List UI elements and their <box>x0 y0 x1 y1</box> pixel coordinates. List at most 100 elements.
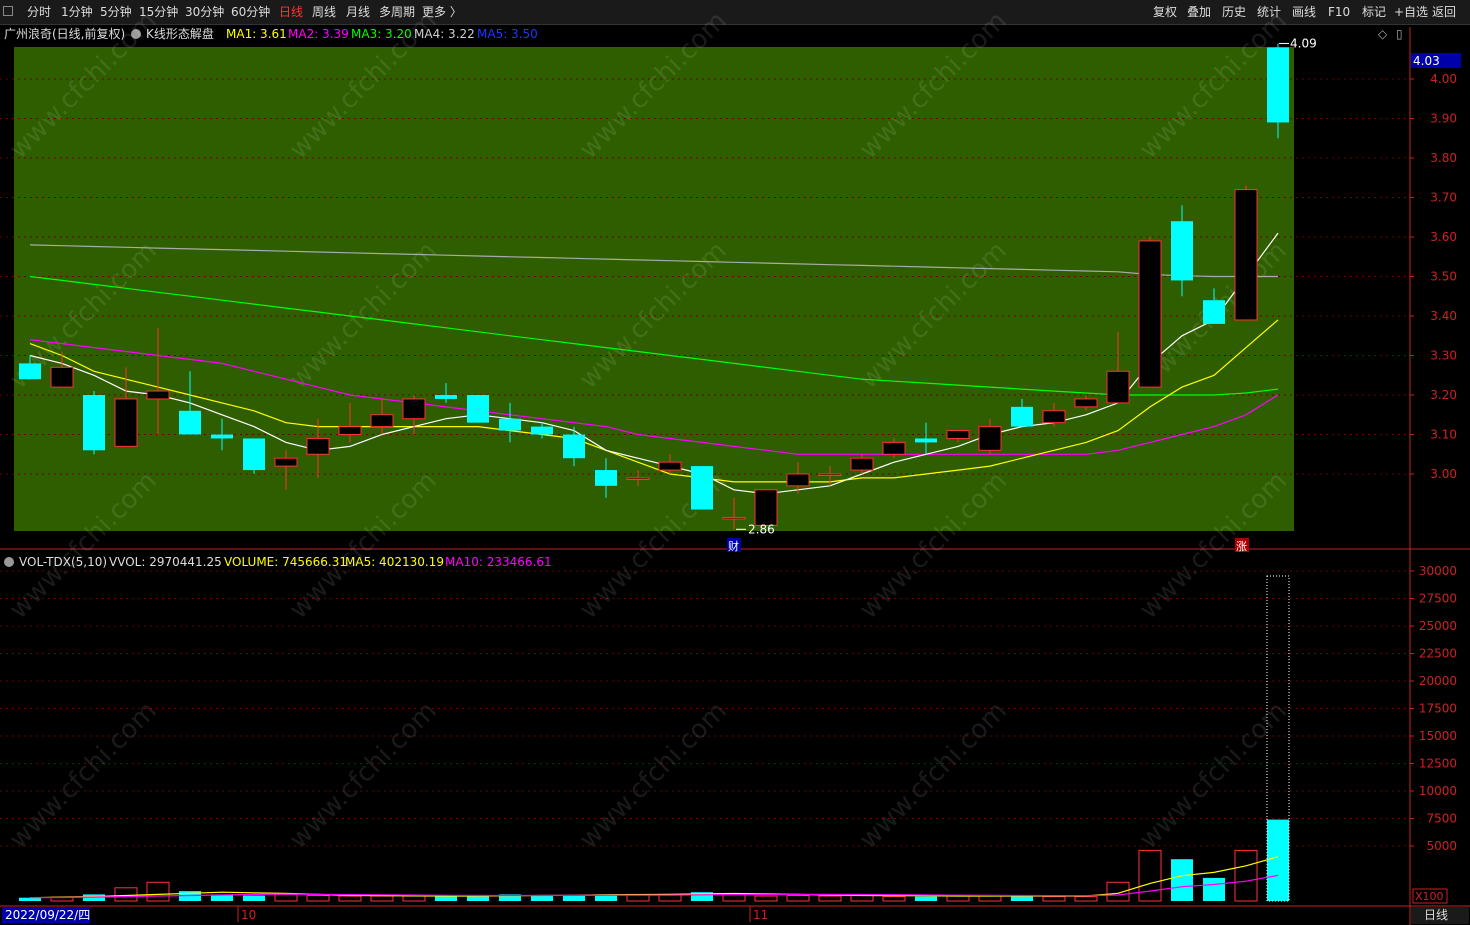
limit-up-marker <box>1235 538 1249 552</box>
chart-canvas[interactable]: www.cfchi.com www.cfchi.com www.cfchi.com w… <box>0 0 1470 925</box>
volume-indicator-name[interactable]: VOL-TDX(5,10) <box>19 553 107 571</box>
stock-name: 广州浪奇 <box>4 27 53 41</box>
price-info-bar: 广州浪奇 (日线,前复权) K线形态解盘 MA1: 3.61 MA2: 3.39… <box>0 25 1410 43</box>
period-note: (日线,前复权) <box>52 27 126 41</box>
volume-bar-up <box>146 881 170 902</box>
volume-bar-down <box>1171 859 1193 901</box>
candle-body-up <box>818 473 842 476</box>
candle-body-up <box>722 516 746 520</box>
volume-bar-up <box>274 893 298 902</box>
watermark-text: www.cfchi.com <box>574 696 733 855</box>
diamond-icon[interactable]: ◇ <box>1378 25 1387 43</box>
watermark-text: www.cfchi.com <box>284 696 443 855</box>
period-tab-weekly[interactable]: 周线 <box>312 0 336 24</box>
volume-bar-down <box>1011 896 1033 901</box>
period-tab-30min[interactable]: 30分钟 <box>185 0 224 24</box>
tool-draw-button[interactable]: 画线 <box>1292 0 1316 24</box>
volume-bar-up <box>882 896 906 902</box>
candle-body-down <box>531 426 553 435</box>
ma2-value: MA2: 3.39 <box>288 27 349 41</box>
price-tick-label: 3.00 <box>1430 467 1457 481</box>
price-tick-label: 3.40 <box>1430 309 1457 323</box>
volume-bar-up <box>50 896 74 902</box>
month-label: 11 <box>753 908 768 922</box>
candles <box>19 43 1289 530</box>
ma4-value: MA4: 3.22 <box>414 27 475 41</box>
period-tab-60min[interactable]: 60分钟 <box>231 0 270 24</box>
ma4-line <box>29 319 1279 483</box>
indicator-name[interactable]: K线形态解盘 <box>146 25 214 43</box>
grid-layer <box>0 27 1470 925</box>
period-tab-daily[interactable]: 日线 <box>279 0 303 24</box>
volume-bar-down <box>211 894 233 901</box>
low-price-label: 2.86 <box>748 522 775 536</box>
volume-bar-up <box>946 895 970 902</box>
tool-add-watchlist-button[interactable]: +自选 <box>1394 0 1428 24</box>
candle-body-down <box>19 363 41 380</box>
volume-bar-down <box>83 894 105 901</box>
volume-bar-up <box>818 895 842 902</box>
volume-bar-down <box>499 894 521 901</box>
volume-bar-up <box>370 895 394 902</box>
volume-bars <box>19 575 1290 902</box>
volume-bar-up <box>1074 896 1098 902</box>
candle-body-down <box>1171 221 1193 281</box>
tool-mark-button[interactable]: 标记 <box>1362 0 1386 24</box>
price-tick-label: 3.20 <box>1430 388 1457 402</box>
volume-bar-up <box>338 895 362 902</box>
volume-unit-label: X100 <box>1415 890 1444 903</box>
candle-body-up <box>1138 240 1162 388</box>
tool-overlay-button[interactable]: 叠加 <box>1187 0 1211 24</box>
volume-bar-up <box>850 895 874 902</box>
ma1-value: MA1: 3.61 <box>226 27 287 41</box>
watermark-text: www.cfchi.com <box>854 466 1013 625</box>
period-tab-monthly[interactable]: 月线 <box>346 0 370 24</box>
volume-bar-up <box>1106 881 1130 902</box>
watermark-text: www.cfchi.com <box>1134 466 1293 625</box>
bottom-period-label: 日线 <box>1424 908 1448 922</box>
current-price-tag <box>1411 53 1461 68</box>
panel-toggle-icon[interactable]: ▯ <box>1396 25 1403 43</box>
volume-bar-down <box>435 896 457 901</box>
candle-body-down <box>179 410 201 435</box>
volume-bar-down <box>1267 819 1289 901</box>
window-icon[interactable] <box>3 6 13 16</box>
watermark-text: www.cfchi.com <box>854 696 1013 855</box>
tool-stats-button[interactable]: 统计 <box>1257 0 1281 24</box>
volume-tick-label: 20000 <box>1419 674 1457 688</box>
candle-body-down <box>1203 300 1225 324</box>
price-tick-label: 3.10 <box>1430 428 1457 442</box>
tool-f10-button[interactable]: F10 <box>1328 0 1350 24</box>
candle-body-up <box>1106 370 1130 404</box>
price-tick-label: 4.00 <box>1430 72 1457 86</box>
watermark-text: www.cfchi.com <box>574 236 733 395</box>
candle-body-up <box>114 398 138 447</box>
volume-tick-label: 7500 <box>1426 812 1457 826</box>
period-tab-intraday[interactable]: 分时 <box>27 0 51 24</box>
watermark-text: www.cfchi.com <box>854 236 1013 395</box>
price-tick-label: 3.50 <box>1430 270 1457 284</box>
period-tab-1min[interactable]: 1分钟 <box>61 0 93 24</box>
volume-ma10-value: MA10: 233466.61 <box>445 555 552 569</box>
candle-body-up <box>370 414 394 428</box>
tool-history-button[interactable]: 历史 <box>1222 0 1246 24</box>
period-tab-multi[interactable]: 多周期 <box>379 0 415 24</box>
period-tab-more[interactable]: 更多 〉 <box>422 0 462 24</box>
candle-body-up <box>754 489 778 526</box>
volume-bar-down <box>531 894 553 901</box>
watermark-text: www.cfchi.com <box>1134 236 1293 395</box>
volume-ma5-value: MA5: 402130.19 <box>345 555 444 569</box>
candle-body-up <box>1234 189 1258 321</box>
month-label: 10 <box>241 908 256 922</box>
period-tab-15min[interactable]: 15分钟 <box>139 0 178 24</box>
candle-body-down <box>435 395 457 399</box>
period-tab-5min[interactable]: 5分钟 <box>100 0 132 24</box>
ma5-value: MA5: 3.50 <box>477 27 538 41</box>
volume-ma5-line <box>29 856 1279 899</box>
tool-back-button[interactable]: 返回 <box>1432 0 1456 24</box>
tool-fuquan-button[interactable]: 复权 <box>1153 0 1177 24</box>
start-date-label: 2022/09/22/四 <box>5 908 90 922</box>
price-tick-label: 3.30 <box>1430 349 1457 363</box>
volume-bar-down <box>179 891 201 901</box>
volume-bar-up <box>402 895 426 902</box>
